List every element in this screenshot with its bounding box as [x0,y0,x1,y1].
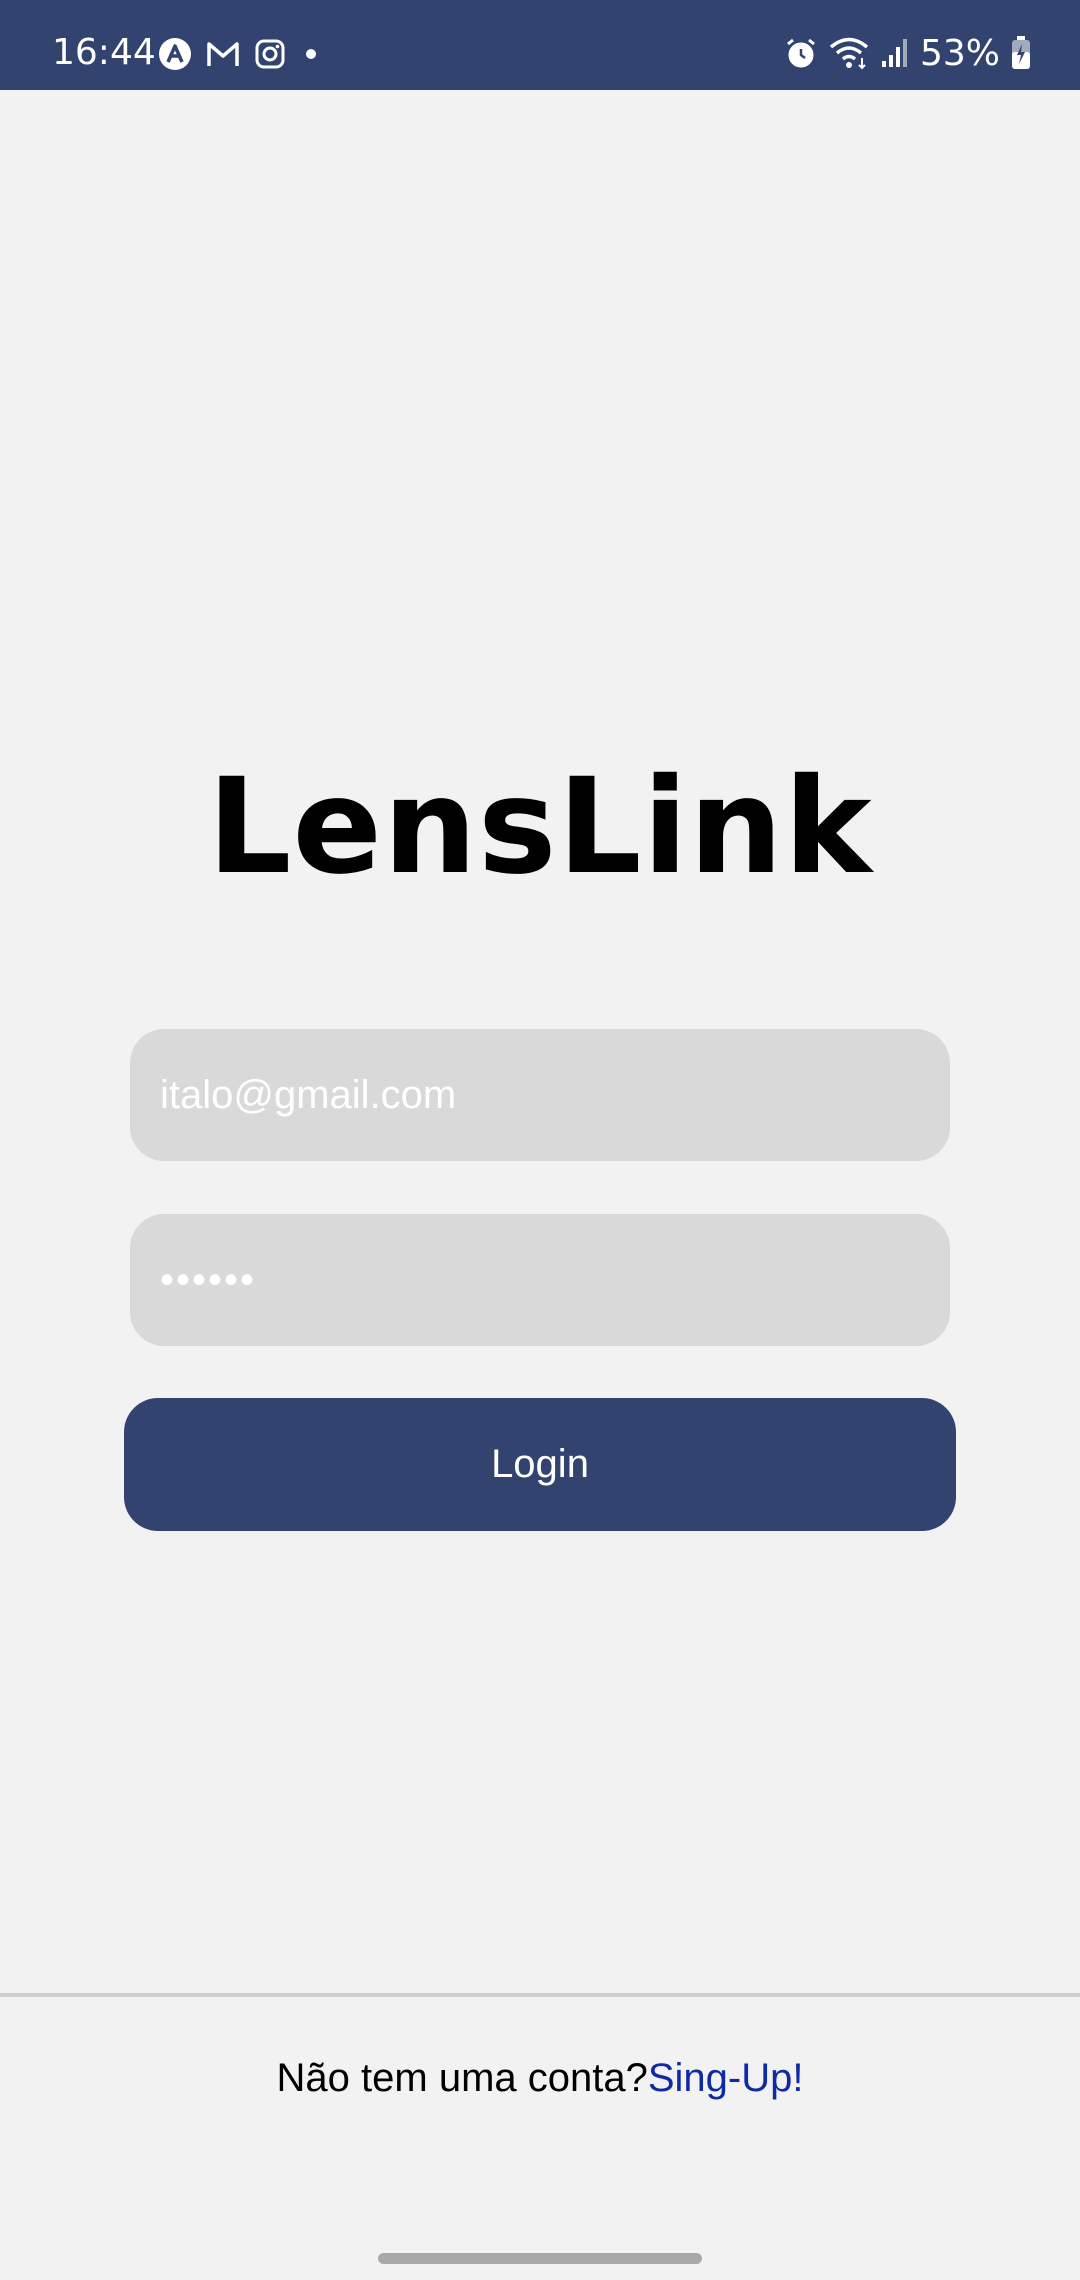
status-bar: 16:44 53% [0,0,1080,90]
instagram-icon [255,39,285,69]
email-field[interactable] [130,1029,950,1161]
password-input[interactable] [160,1257,950,1303]
password-field[interactable] [130,1214,950,1346]
wifi-icon [829,37,869,70]
signal-icon [881,39,907,67]
signup-row: Não tem uma conta?Sing-Up! [0,2056,1080,2101]
app-a-icon [159,38,191,70]
gmail-icon [207,42,239,66]
signup-prompt: Não tem uma conta? [276,2056,648,2100]
dot-icon [306,49,316,59]
battery-icon [1012,36,1030,69]
notification-icons [158,34,322,74]
home-indicator[interactable] [378,2253,702,2264]
app-title: LensLink [207,750,873,904]
signup-link[interactable]: Sing-Up! [648,2056,804,2100]
alarm-icon [787,38,815,68]
footer-divider [0,1993,1080,1997]
system-icons: 53% [784,0,1032,106]
status-time: 16:44 [52,32,156,73]
battery-percentage: 53% [919,32,1000,74]
email-input[interactable] [160,1072,950,1118]
login-button[interactable]: Login [124,1398,956,1531]
